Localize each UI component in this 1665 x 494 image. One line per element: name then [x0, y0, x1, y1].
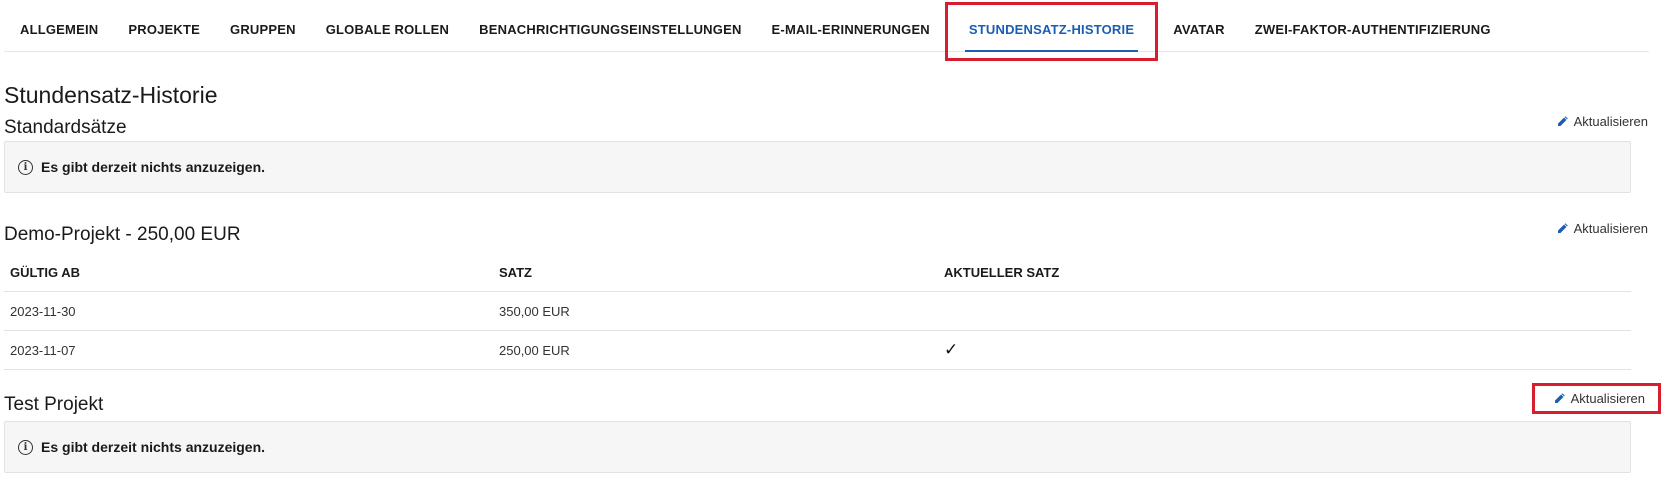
- cell-rate: 250,00 EUR: [499, 342, 570, 358]
- cell-current: ✓: [944, 340, 1631, 360]
- pencil-icon: [1557, 116, 1568, 126]
- section-title-test: Test Projekt: [4, 394, 104, 415]
- info-icon: i: [18, 159, 33, 175]
- empty-notice-default: i Es gibt derzeit nichts anzuzeigen.: [4, 141, 1631, 193]
- tab-email-erinnerungen[interactable]: E-MAIL-ERINNERUNGEN: [757, 0, 945, 52]
- tab-globale-rollen[interactable]: GLOBALE ROLLEN: [311, 0, 464, 52]
- section-title-demo: Demo-Projekt - 250,00 EUR: [4, 224, 241, 245]
- empty-notice-text: Es gibt derzeit nichts anzuzeigen.: [41, 439, 266, 455]
- checkmark-icon: ✓: [944, 340, 959, 360]
- update-demo-rates-link[interactable]: Aktualisieren: [1556, 221, 1648, 236]
- update-label: Aktualisieren: [1570, 391, 1645, 406]
- update-test-rates-link[interactable]: Aktualisieren: [1531, 383, 1661, 414]
- active-tab-underline: [964, 50, 1139, 52]
- pencil-icon: [1557, 223, 1568, 233]
- tab-bar: ALLGEMEIN PROJEKTE GRUPPEN GLOBALE ROLLE…: [4, 0, 1649, 61]
- tab-benachrichtigungseinstellungen[interactable]: BENACHRICHTIGUNGSEINSTELLUNGEN: [464, 0, 756, 52]
- section-title-default: Standardsätze: [4, 117, 127, 138]
- tab-allgemein[interactable]: ALLGEMEIN: [4, 0, 113, 52]
- update-label: Aktualisieren: [1573, 221, 1648, 236]
- table-header: GÜLTIG AB SATZ AKTUELLER SATZ: [4, 254, 1631, 292]
- table-row: 2023-11-07 250,00 EUR ✓: [4, 331, 1631, 370]
- empty-notice-text: Es gibt derzeit nichts anzuzeigen.: [41, 159, 266, 175]
- page: ALLGEMEIN PROJEKTE GRUPPEN GLOBALE ROLLE…: [0, 0, 1665, 494]
- tab-zwei-faktor[interactable]: ZWEI-FAKTOR-AUTHENTIFIZIERUNG: [1240, 0, 1506, 52]
- tab-label: STUNDENSATZ-HISTORIE: [968, 22, 1135, 37]
- cell-valid-from: 2023-11-30: [10, 303, 76, 319]
- page-title: Stundensatz-Historie: [4, 82, 218, 108]
- cell-rate: 350,00 EUR: [499, 303, 570, 319]
- column-header-rate: SATZ: [499, 265, 532, 280]
- column-header-current-rate: AKTUELLER SATZ: [944, 265, 1060, 280]
- tab-projekte[interactable]: PROJEKTE: [113, 0, 215, 52]
- cell-valid-from: 2023-11-07: [10, 342, 76, 358]
- table-row: 2023-11-30 350,00 EUR: [4, 292, 1631, 331]
- update-default-rates-link[interactable]: Aktualisieren: [1556, 114, 1648, 129]
- tab-avatar[interactable]: AVATAR: [1158, 0, 1240, 52]
- info-icon: i: [18, 439, 33, 455]
- update-label: Aktualisieren: [1573, 114, 1648, 129]
- tab-stundensatz-historie[interactable]: STUNDENSATZ-HISTORIE: [944, 0, 1159, 61]
- rate-history-table: GÜLTIG AB SATZ AKTUELLER SATZ 2023-11-30…: [4, 254, 1631, 370]
- column-header-valid-from: GÜLTIG AB: [10, 265, 81, 280]
- pencil-icon: [1554, 393, 1565, 403]
- empty-notice-test: i Es gibt derzeit nichts anzuzeigen.: [4, 421, 1631, 473]
- tab-gruppen[interactable]: GRUPPEN: [215, 0, 311, 52]
